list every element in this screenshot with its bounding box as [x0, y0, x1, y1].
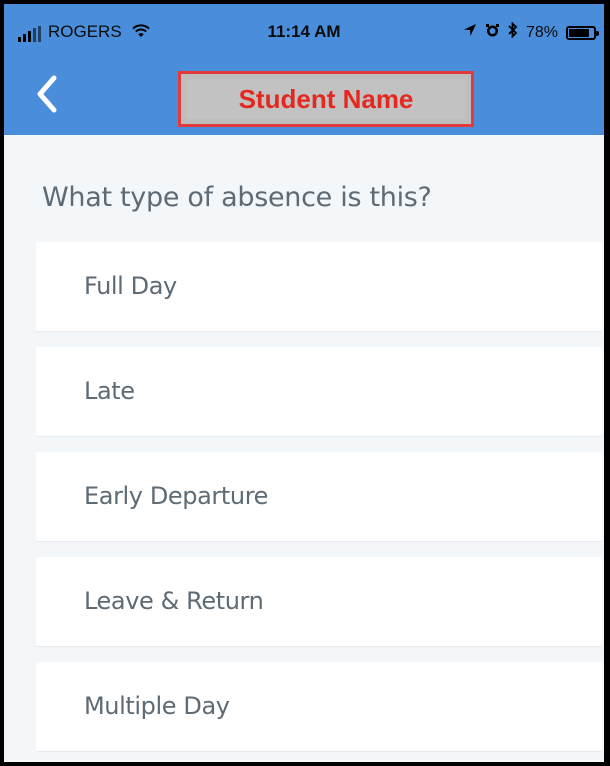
option-label: Early Departure: [84, 482, 269, 510]
chevron-left-icon[interactable]: [34, 74, 68, 118]
status-bar: ROGERS 11:14 AM 78%: [4, 18, 604, 46]
alarm-icon: [485, 23, 500, 43]
absence-question: What type of absence is this?: [42, 182, 432, 213]
option-full-day[interactable]: Full Day: [36, 242, 602, 331]
option-label: Multiple Day: [84, 692, 230, 720]
option-label: Full Day: [84, 272, 177, 300]
option-multiple-day[interactable]: Multiple Day: [36, 662, 602, 751]
page-title: Student Name: [238, 83, 414, 114]
option-early-departure[interactable]: Early Departure: [36, 452, 602, 541]
location-icon: [463, 23, 477, 42]
status-right: 78%: [463, 21, 599, 43]
battery-percent: 78%: [525, 23, 558, 41]
option-leave-return[interactable]: Leave & Return: [36, 557, 602, 646]
option-label: Leave & Return: [84, 587, 264, 615]
page-title-box: Student Name: [178, 71, 474, 127]
option-label: Late: [84, 377, 135, 405]
bluetooth-icon: [508, 21, 518, 43]
battery-icon: [566, 25, 599, 40]
app-screen: ROGERS 11:14 AM 78% Student Name What ty…: [0, 0, 610, 766]
nav-header: ROGERS 11:14 AM 78% Student Name: [4, 4, 604, 135]
option-late[interactable]: Late: [36, 347, 602, 436]
